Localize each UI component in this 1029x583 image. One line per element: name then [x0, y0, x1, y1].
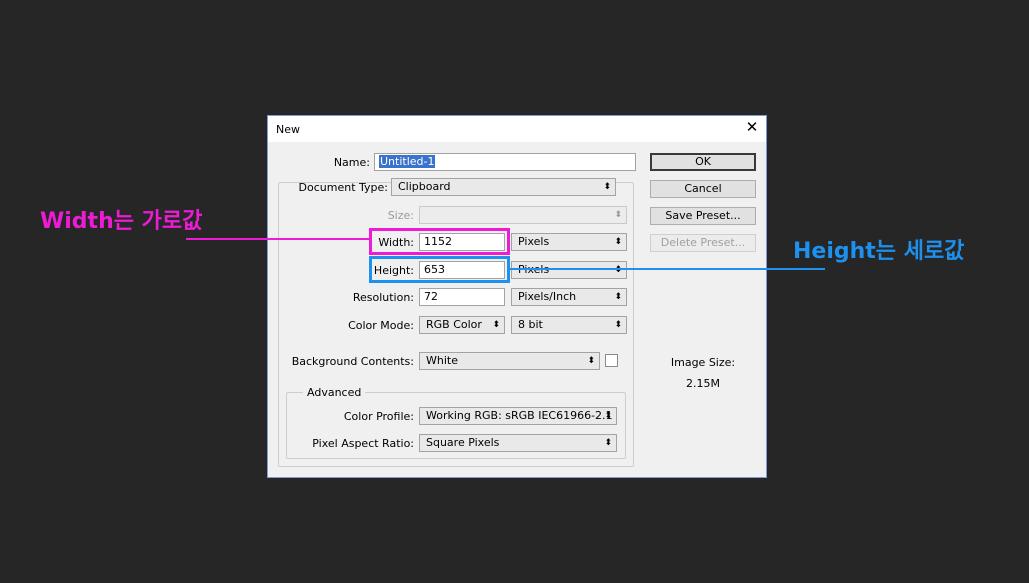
chevron-updown-icon: ⬍	[614, 210, 622, 220]
chevron-updown-icon: ⬍	[603, 182, 611, 192]
background-value: White	[426, 354, 458, 367]
name-value: Untitled-1	[379, 155, 436, 168]
color-profile-select[interactable]: Working RGB: sRGB IEC61966-2.1 ⬍	[419, 407, 617, 425]
close-icon[interactable]: ✕	[744, 119, 760, 135]
document-type-value: Clipboard	[398, 180, 451, 193]
height-pointer-line	[509, 268, 825, 270]
advanced-toggle[interactable]: Advanced	[303, 386, 366, 399]
chevron-updown-icon: ⬍	[492, 320, 500, 330]
color-mode-select[interactable]: RGB Color ⬍	[419, 316, 505, 334]
bit-depth-value: 8 bit	[518, 318, 543, 331]
resolution-unit-value: Pixels/Inch	[518, 290, 577, 303]
bit-depth-select[interactable]: 8 bit ⬍	[511, 316, 627, 334]
chevron-updown-icon: ⬍	[604, 411, 612, 421]
height-highlight-box	[369, 256, 510, 283]
color-profile-label: Color Profile:	[343, 410, 414, 423]
resolution-label: Resolution:	[352, 291, 414, 304]
background-color-swatch[interactable]	[605, 354, 618, 367]
name-label: Name:	[333, 156, 370, 169]
color-mode-value: RGB Color	[426, 318, 482, 331]
new-document-dialog: New ✕ Name: Untitled-1 Document Type: Cl…	[267, 115, 767, 478]
size-select[interactable]: ⬍	[419, 206, 627, 224]
resolution-unit-select[interactable]: Pixels/Inch ⬍	[511, 288, 627, 306]
size-label: Size:	[387, 209, 414, 222]
width-annotation: Width는 가로값	[40, 209, 203, 234]
width-highlight-box	[369, 228, 510, 255]
dialog-title: New	[276, 123, 300, 136]
width-unit-select[interactable]: Pixels ⬍	[511, 233, 627, 251]
pixel-aspect-value: Square Pixels	[426, 436, 500, 449]
ok-button[interactable]: OK	[650, 153, 756, 171]
color-profile-value: Working RGB: sRGB IEC61966-2.1	[426, 409, 613, 422]
chevron-updown-icon: ⬍	[614, 320, 622, 330]
width-unit-value: Pixels	[518, 235, 550, 248]
chevron-updown-icon: ⬍	[587, 356, 595, 366]
delete-preset-button[interactable]: Delete Preset...	[650, 234, 756, 252]
chevron-updown-icon: ⬍	[604, 438, 612, 448]
pixel-aspect-label: Pixel Aspect Ratio:	[312, 437, 414, 450]
chevron-updown-icon: ⬍	[614, 237, 622, 247]
chevron-updown-icon: ⬍	[614, 292, 622, 302]
width-pointer-line	[186, 238, 370, 240]
document-type-select[interactable]: Clipboard ⬍	[391, 178, 616, 196]
resolution-field[interactable]: 72	[419, 288, 505, 306]
title-bar: New ✕	[268, 116, 766, 142]
height-unit-select[interactable]: Pixels⬍	[511, 261, 627, 279]
name-field[interactable]: Untitled-1	[374, 153, 636, 171]
background-label: Background Contents:	[291, 355, 414, 368]
background-select[interactable]: White ⬍	[419, 352, 600, 370]
color-mode-label: Color Mode:	[348, 319, 414, 332]
cancel-button[interactable]: Cancel	[650, 180, 756, 198]
save-preset-button[interactable]: Save Preset...	[650, 207, 756, 225]
height-annotation: Height는 세로값	[793, 239, 965, 264]
resolution-value: 72	[424, 290, 438, 303]
image-size-value: 2.15M	[686, 377, 720, 390]
pixel-aspect-select[interactable]: Square Pixels ⬍	[419, 434, 617, 452]
chevron-updown-icon: ⬍	[614, 265, 622, 275]
document-type-label: Document Type:	[298, 181, 388, 194]
image-size-label: Image Size:	[670, 356, 736, 369]
